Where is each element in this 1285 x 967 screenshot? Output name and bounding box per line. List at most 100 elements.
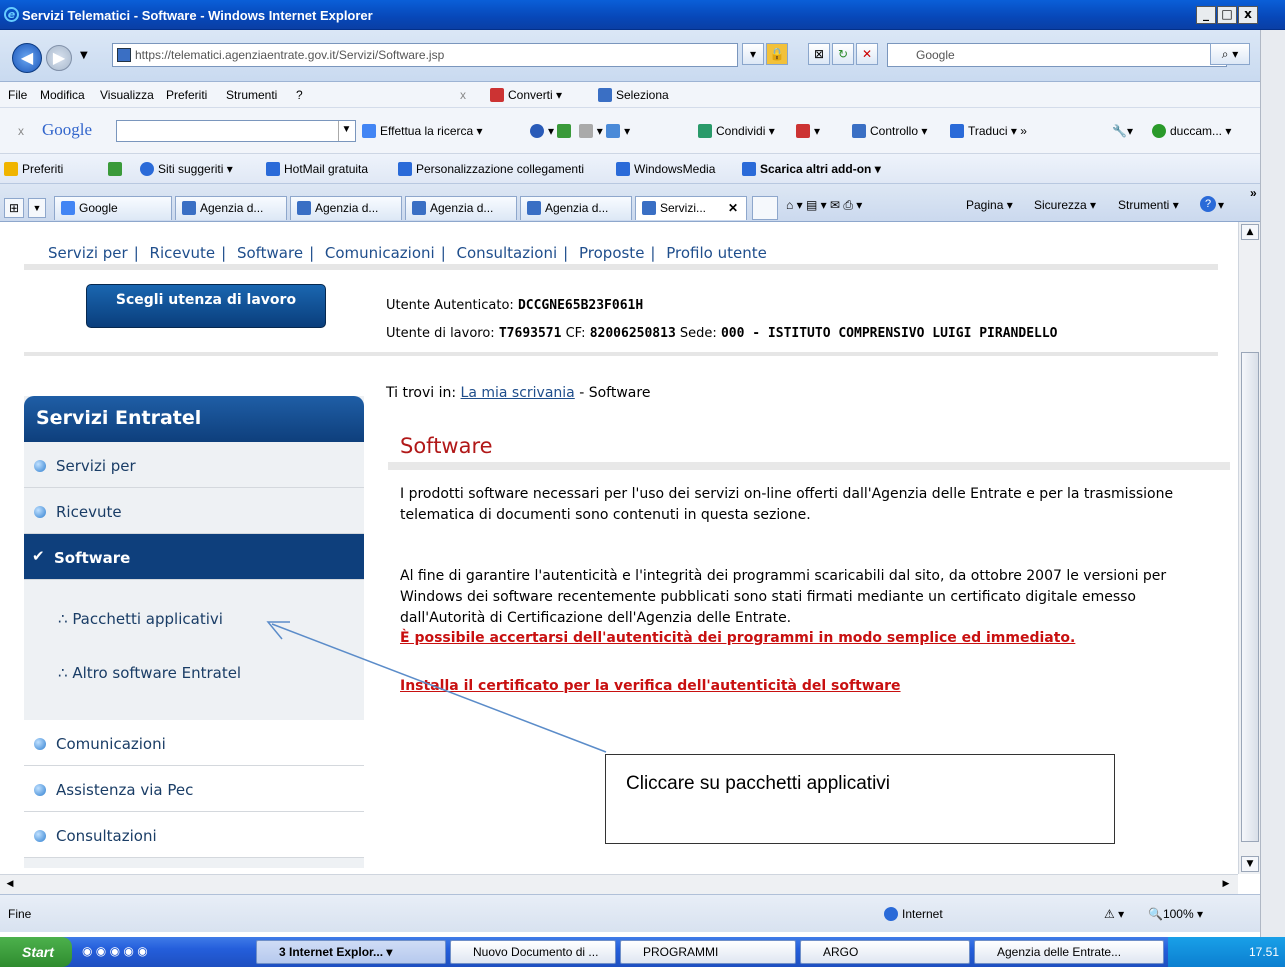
stop-icon[interactable]: ✕ bbox=[856, 43, 878, 65]
sidebar-sub-pacchetti[interactable]: ∴ Pacchetti applicativi bbox=[58, 610, 223, 628]
fav-windowsmedia[interactable]: WindowsMedia bbox=[616, 162, 715, 176]
more-commands-icon[interactable]: » bbox=[1250, 186, 1257, 200]
scroll-up-icon[interactable]: ▲ bbox=[1241, 224, 1259, 240]
menu-help[interactable]: ? bbox=[296, 88, 303, 102]
compatibility-icon[interactable]: ⊠ bbox=[808, 43, 830, 65]
toolbar-icons-group[interactable]: ▾ ▾ ▾ bbox=[530, 124, 630, 138]
sidebar-item-consultazioni[interactable]: Consultazioni bbox=[24, 812, 364, 858]
ie-icon: e bbox=[4, 7, 19, 22]
scrollbar-thumb[interactable] bbox=[1241, 352, 1259, 842]
scroll-left-icon[interactable]: ◀ bbox=[2, 876, 18, 892]
help-dropdown-icon[interactable]: ▾ bbox=[1218, 198, 1224, 212]
breadcrumb-link[interactable]: La mia scrivania bbox=[461, 385, 575, 401]
sidebar-sub-altro-software[interactable]: ∴ Altro software Entratel bbox=[58, 664, 241, 682]
close-button[interactable]: x bbox=[1238, 6, 1258, 24]
search-icon[interactable]: ⌕ ▾ bbox=[1210, 43, 1250, 65]
lock-icon[interactable]: 🔒 bbox=[766, 43, 788, 65]
wrench-icon[interactable]: 🔧▾ bbox=[1112, 124, 1133, 138]
tab-servizi-active[interactable]: Servizi... ✕ bbox=[635, 196, 747, 220]
installa-certificato-link[interactable]: Installa il certificato per la verifica … bbox=[400, 678, 901, 694]
sidebar-item-comunicazioni[interactable]: Comunicazioni bbox=[24, 720, 364, 766]
start-button[interactable]: Start bbox=[0, 937, 72, 967]
vertical-scrollbar[interactable]: ▲ ▼ bbox=[1238, 222, 1260, 874]
sidebar-item-ricevute[interactable]: Ricevute bbox=[24, 488, 364, 534]
scegli-utenza-button[interactable]: Scegli utenza di lavoro bbox=[86, 284, 326, 328]
tab-list-icon[interactable]: ▼ bbox=[28, 198, 46, 218]
fav-hotmail[interactable]: HotMail gratuita bbox=[266, 162, 368, 176]
google-search-input[interactable] bbox=[116, 120, 356, 142]
nav-consultazioni[interactable]: Consultazioni bbox=[457, 244, 558, 262]
taskbar-item-ie[interactable]: 3 Internet Explor... ▾ bbox=[256, 940, 446, 964]
zoom-control[interactable]: 🔍100% ▾ bbox=[1148, 907, 1203, 921]
account-button[interactable]: duccam... ▾ bbox=[1152, 124, 1231, 138]
menu-modifica[interactable]: Modifica bbox=[40, 88, 85, 102]
tab-agenzia-1[interactable]: Agenzia d... bbox=[175, 196, 287, 220]
sidebar-item-servizi-per[interactable]: Servizi per bbox=[24, 442, 364, 488]
nav-comunicazioni[interactable]: Comunicazioni bbox=[325, 244, 435, 262]
sidebar-item-assistenza-pec[interactable]: Assistenza via Pec bbox=[24, 766, 364, 812]
new-tab-button[interactable] bbox=[752, 196, 778, 220]
forward-button[interactable]: ▶ bbox=[46, 45, 72, 71]
add-favorite-icon[interactable] bbox=[108, 162, 126, 176]
nav-ricevute[interactable]: Ricevute bbox=[150, 244, 216, 262]
close-google-toolbar-icon[interactable]: x bbox=[18, 124, 24, 138]
maximize-button[interactable]: □ bbox=[1217, 6, 1237, 24]
close-tab-icon[interactable]: ✕ bbox=[728, 197, 738, 219]
fav-personalizzazione[interactable]: Personalizzazione collegamenti bbox=[398, 162, 584, 176]
pagina-menu[interactable]: Pagina ▾ bbox=[966, 198, 1013, 212]
search-field[interactable]: Google bbox=[887, 43, 1227, 67]
nav-servizi-per[interactable]: Servizi per bbox=[48, 244, 128, 262]
menu-strumenti[interactable]: Strumenti bbox=[226, 88, 277, 102]
refresh-icon[interactable]: ↻ bbox=[832, 43, 854, 65]
nav-proposte[interactable]: Proposte bbox=[579, 244, 644, 262]
preferiti-button[interactable]: Preferiti bbox=[4, 162, 63, 176]
tab-agenzia-2[interactable]: Agenzia d... bbox=[290, 196, 402, 220]
status-bar: Fine Internet ⚠ ▾ 🔍100% ▾ bbox=[0, 894, 1260, 932]
converti-icon bbox=[490, 88, 504, 102]
nav-divider bbox=[24, 264, 1218, 270]
scroll-down-icon[interactable]: ▼ bbox=[1241, 856, 1259, 872]
controllo-button[interactable]: Controllo ▾ bbox=[852, 124, 927, 138]
effettua-ricerca-button[interactable]: Effettua la ricerca ▾ bbox=[362, 124, 483, 138]
horizontal-scrollbar[interactable]: ◀ ▶ bbox=[0, 874, 1238, 894]
home-icon[interactable]: ⌂ ▾ ▤ ▾ ✉ ⎙ ▾ bbox=[786, 198, 862, 213]
fav-scarica-addon[interactable]: Scarica altri add-on ▾ bbox=[742, 162, 881, 176]
clock[interactable]: 17.51 bbox=[1249, 945, 1279, 959]
history-dropdown-icon[interactable]: ▼ bbox=[80, 50, 88, 61]
minimize-button[interactable]: _ bbox=[1196, 6, 1216, 24]
menu-preferiti[interactable]: Preferiti bbox=[166, 88, 207, 102]
autenticita-link[interactable]: È possibile accertarsi dell'autenticità … bbox=[400, 630, 1075, 646]
sidebar-item-software[interactable]: ✔ Software bbox=[24, 534, 364, 580]
menu-visualizza[interactable]: Visualizza bbox=[100, 88, 154, 102]
converti-button[interactable]: Converti ▾ bbox=[490, 88, 562, 102]
address-dropdown-icon[interactable]: ▾ bbox=[742, 43, 764, 65]
nav-profilo-utente[interactable]: Profilo utente bbox=[666, 244, 767, 262]
close-toolbar-icon[interactable]: x bbox=[460, 88, 466, 102]
tab-agenzia-4[interactable]: Agenzia d... bbox=[520, 196, 632, 220]
seleziona-button[interactable]: Seleziona bbox=[598, 88, 669, 102]
menu-file[interactable]: File bbox=[8, 88, 27, 102]
taskbar-item-agenzia[interactable]: Agenzia delle Entrate... bbox=[974, 940, 1164, 964]
tab-google[interactable]: Google bbox=[54, 196, 172, 220]
taskbar-item-programmi[interactable]: PROGRAMMI bbox=[620, 940, 796, 964]
google-search-dropdown-icon[interactable]: ▼ bbox=[338, 121, 354, 141]
condividi-button[interactable]: Condividi ▾ bbox=[698, 124, 775, 138]
back-button[interactable]: ◀ bbox=[12, 43, 42, 73]
address-toolbar: ◀ ▶ ▼ https://telematici.agenziaentrate.… bbox=[0, 30, 1285, 82]
sicurezza-menu[interactable]: Sicurezza ▾ bbox=[1034, 198, 1096, 212]
protected-mode-icon[interactable]: ⚠ ▾ bbox=[1104, 907, 1124, 921]
popup-blocker-button[interactable]: ▾ bbox=[796, 124, 820, 138]
strumenti-menu[interactable]: Strumenti ▾ bbox=[1118, 198, 1179, 212]
quick-tabs-icon[interactable]: ⊞ bbox=[4, 198, 24, 218]
quick-launch-icons[interactable]: ◉ ◉ ◉ ◉ ◉ bbox=[82, 944, 148, 958]
zone-indicator[interactable]: Internet bbox=[884, 907, 943, 921]
address-field[interactable]: https://telematici.agenziaentrate.gov.it… bbox=[112, 43, 738, 67]
taskbar-item-word[interactable]: Nuovo Documento di ... bbox=[450, 940, 616, 964]
nav-software[interactable]: Software bbox=[237, 244, 303, 262]
fav-siti-suggeriti[interactable]: Siti suggeriti ▾ bbox=[140, 162, 233, 176]
scroll-right-icon[interactable]: ▶ bbox=[1218, 876, 1234, 892]
traduci-button[interactable]: Traduci ▾ » bbox=[950, 124, 1027, 138]
tab-agenzia-3[interactable]: Agenzia d... bbox=[405, 196, 517, 220]
taskbar-item-argo[interactable]: ARGO bbox=[800, 940, 970, 964]
help-icon[interactable]: ? bbox=[1200, 196, 1216, 212]
